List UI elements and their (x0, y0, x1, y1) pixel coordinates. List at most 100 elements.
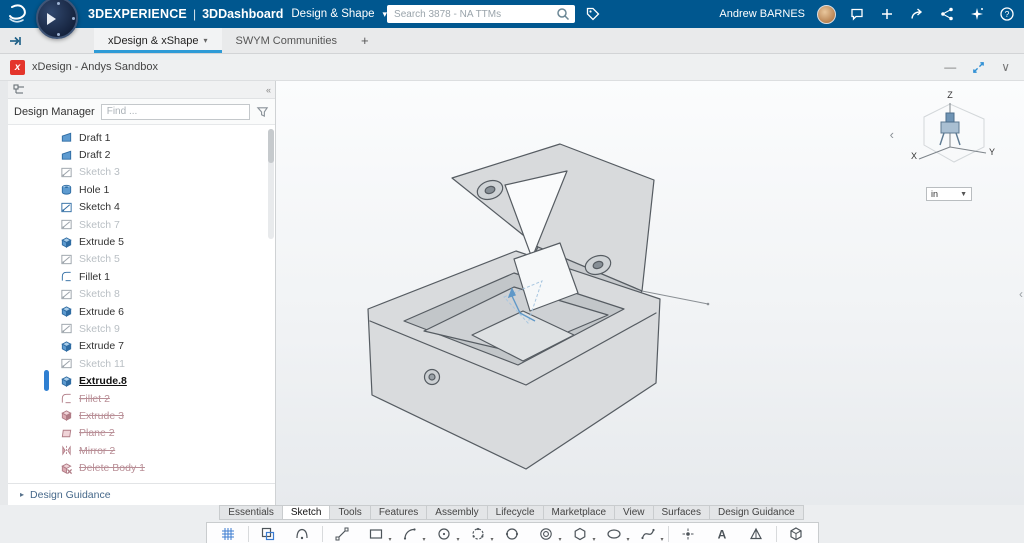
point-tool[interactable] (672, 524, 705, 543)
ribbon-tab-essentials[interactable]: Essentials (219, 505, 283, 520)
sketch-icon (60, 201, 73, 214)
ellipse-tool[interactable]: ▾ (598, 524, 631, 543)
perimeter-circle-tool[interactable] (496, 524, 529, 543)
tree-item-sketch-8[interactable]: Sketch 8 (8, 286, 275, 303)
view-axes-widget[interactable]: Z X Y (904, 89, 998, 187)
tree-item-sketch-7[interactable]: Sketch 7 (8, 216, 275, 233)
tree-item-label: Fillet 2 (79, 392, 110, 405)
social-icon[interactable] (938, 5, 956, 23)
window-menu-chevron[interactable]: ∨ (1001, 61, 1010, 73)
dropdown-caret-icon[interactable]: ▾ (660, 536, 663, 543)
sketch-grid-tool[interactable] (212, 524, 245, 543)
dropdown-caret-icon[interactable]: ▾ (592, 536, 595, 543)
platform-brand: 3DEXPERIENCE | 3DDashboard Design & Shap… (88, 7, 387, 21)
ribbon-tab-features[interactable]: Features (369, 505, 428, 520)
chevron-down-icon[interactable]: ▾ (204, 36, 208, 45)
add-tab-button[interactable]: + (351, 28, 379, 53)
tab-swym-communities[interactable]: SWYM Communities (222, 28, 351, 53)
dropdown-caret-icon[interactable]: ▾ (422, 536, 425, 543)
help-icon[interactable]: ? (998, 5, 1016, 23)
tree-item-label: Sketch 8 (79, 288, 120, 301)
tree-item-hole-1[interactable]: Hole 1 (8, 181, 275, 198)
tree-item-fillet-1[interactable]: Fillet 1 (8, 268, 275, 285)
avatar[interactable] (817, 4, 836, 24)
sketch-icon (60, 288, 73, 301)
tree-item-fillet-2[interactable]: Fillet 2 (8, 390, 275, 407)
tree-item-sketch-4[interactable]: Sketch 4 (8, 199, 275, 216)
dropdown-caret-icon[interactable]: ▾ (456, 536, 459, 543)
platform-topbar: 3DEXPERIENCE | 3DDashboard Design & Shap… (0, 0, 1024, 39)
tags-button[interactable] (585, 6, 601, 22)
dropdown-caret-icon[interactable]: ▾ (388, 536, 391, 543)
hole-icon (60, 183, 73, 196)
draft-icon (60, 149, 73, 162)
silhouette-tool[interactable] (286, 524, 319, 543)
3d-viewport[interactable]: ‹ Z X Y in ▼ ‹ (276, 81, 1024, 505)
polygon-tool[interactable]: ▾ (564, 524, 597, 543)
tree-item-sketch-5[interactable]: Sketch 5 (8, 251, 275, 268)
concentric-circle-tool[interactable]: ▾ (530, 524, 563, 543)
convert-entities-tool[interactable] (252, 524, 285, 543)
add-icon[interactable] (878, 5, 896, 23)
tree-item-draft-1[interactable]: Draft 1 (8, 129, 275, 146)
right-panel-chevron[interactable]: ‹ (1019, 287, 1023, 301)
ribbon-tab-lifecycle[interactable]: Lifecycle (486, 505, 544, 520)
spline-tool[interactable]: ▾ (632, 524, 665, 543)
ribbon-tab-assembly[interactable]: Assembly (426, 505, 488, 520)
tree-item-label: Sketch 7 (79, 218, 120, 231)
ribbon-tab-surfaces[interactable]: Surfaces (652, 505, 710, 520)
notifications-icon[interactable] (848, 5, 866, 23)
ribbon-tab-view[interactable]: View (614, 505, 654, 520)
search-icon[interactable] (555, 6, 571, 22)
context-name[interactable]: Design & Shape (291, 8, 374, 20)
ribbon-tab-design-guidance[interactable]: Design Guidance (708, 505, 804, 520)
tree-item-mirror-2[interactable]: Mirror 2 (8, 442, 275, 459)
arc-tool[interactable]: ▾ (394, 524, 427, 543)
minimize-button[interactable]: — (944, 61, 956, 73)
ribbon-tab-tools[interactable]: Tools (329, 505, 371, 520)
filter-icon[interactable] (256, 105, 269, 118)
panel-collapse-button[interactable]: « (266, 85, 271, 95)
delete-body-icon (60, 462, 73, 475)
line-tool[interactable] (326, 524, 359, 543)
share-icon[interactable] (908, 5, 926, 23)
tree-item-extrude-5[interactable]: Extrude 5 (8, 233, 275, 250)
three-point-circle-tool[interactable]: ▾ (462, 524, 495, 543)
design-guidance-section[interactable]: ▸ Design Guidance (8, 483, 275, 505)
show-panel-button[interactable] (0, 28, 30, 53)
axis-y-label: Y (989, 147, 995, 157)
tab-xdesign-xshape[interactable]: xDesign & xShape ▾ (94, 28, 222, 53)
search-input[interactable] (394, 8, 556, 20)
ribbon-tab-sketch[interactable]: Sketch (281, 505, 331, 520)
tree-item-extrude-6[interactable]: Extrude 6 (8, 303, 275, 320)
axis-z-label: Z (947, 90, 953, 100)
tree-item-extrude-3[interactable]: Extrude 3 (8, 407, 275, 424)
circle-tool[interactable]: ▾ (428, 524, 461, 543)
find-input[interactable] (100, 103, 250, 120)
dashboard-name[interactable]: 3DDashboard (202, 7, 283, 21)
exit-sketch-tool[interactable] (780, 524, 813, 543)
tree-view-icon[interactable] (12, 83, 26, 97)
units-dropdown[interactable]: in ▼ (926, 187, 972, 201)
tree-item-extrude-8[interactable]: Extrude.8 (8, 370, 275, 392)
text-tool[interactable]: A (706, 524, 739, 543)
tree-item-sketch-3[interactable]: Sketch 3 (8, 164, 275, 181)
constraint-tool[interactable] (740, 524, 773, 543)
assistant-icon[interactable] (968, 5, 986, 23)
dropdown-caret-icon[interactable]: ▾ (558, 536, 561, 543)
tree-item-sketch-9[interactable]: Sketch 9 (8, 320, 275, 337)
robot-collapse-chevron[interactable]: ‹ (890, 127, 894, 142)
user-name[interactable]: Andrew BARNES (719, 8, 805, 20)
dropdown-caret-icon[interactable]: ▾ (490, 536, 493, 543)
restore-button[interactable] (972, 61, 985, 74)
ribbon-tabs: Essentials Sketch Tools Features Assembly Lif… (219, 505, 804, 520)
dropdown-caret-icon[interactable]: ▾ (626, 536, 629, 543)
tree-item-plane-2[interactable]: Plane 2 (8, 425, 275, 442)
rectangle-tool[interactable]: ▾ (360, 524, 393, 543)
panel-arrow-icon (10, 36, 21, 45)
design-manager-panel: « Design Manager Draft 1 Draft 2 Sketch 3 H… (8, 81, 276, 505)
tree-item-delete-body-1[interactable]: Delete Body 1 (8, 459, 275, 476)
tree-item-draft-2[interactable]: Draft 2 (8, 146, 275, 163)
ribbon-tab-marketplace[interactable]: Marketplace (542, 505, 616, 520)
tree-item-extrude-7[interactable]: Extrude 7 (8, 338, 275, 355)
